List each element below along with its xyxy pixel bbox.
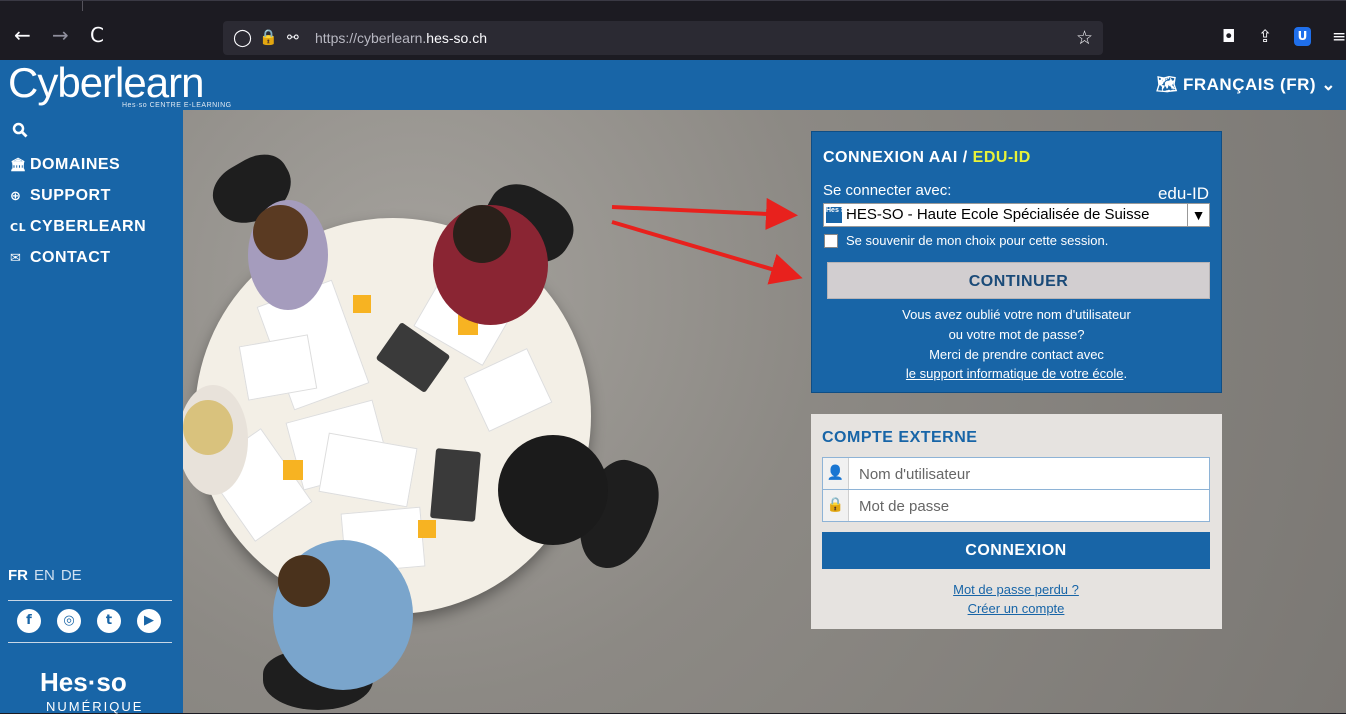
- language-switcher: FR EN DE: [8, 567, 88, 584]
- help-text-line: Vous avez oublié votre nom d'utilisateur: [902, 307, 1131, 322]
- url-prefix: https://cyberlearn.: [315, 30, 427, 46]
- person-head: [278, 555, 330, 607]
- school-support-link[interactable]: le support informatique de votre école: [906, 366, 1124, 381]
- sidebar-item-label: CYBERLEARN: [30, 218, 147, 235]
- sidebar-item-domaines[interactable]: 🏛 DOMAINES: [10, 156, 120, 174]
- eduid-label: edu-ID: [1157, 184, 1209, 203]
- help-text-line: le support informatique de votre école.: [823, 366, 1210, 381]
- laptop: [430, 448, 481, 522]
- lang-fr[interactable]: FR: [8, 567, 28, 584]
- select-caret-icon[interactable]: ▼: [1187, 204, 1209, 226]
- help-period: .: [1123, 366, 1128, 381]
- help-text-line: ou votre mot de passe?: [948, 327, 1085, 342]
- institution-select[interactable]: Hes SO HES-SO - Haute Ecole Spécialisée …: [823, 203, 1210, 227]
- language-selector[interactable]: 🗺 FRANÇAIS (FR) ⌄: [1156, 75, 1336, 95]
- person-head: [183, 400, 233, 455]
- forward-icon[interactable]: →: [52, 25, 69, 45]
- search-icon[interactable]: [12, 122, 28, 143]
- reload-icon[interactable]: C: [90, 25, 104, 45]
- remember-choice-checkbox[interactable]: [824, 234, 838, 248]
- tracking-protection-icon[interactable]: ◯: [233, 28, 252, 48]
- envelope-icon: ✉: [10, 251, 22, 266]
- sidebar: 🏛 DOMAINES ⊕ SUPPORT CL CYBERLEARN ✉ CONTACT…: [0, 110, 183, 714]
- twitter-icon[interactable]: t: [97, 609, 121, 633]
- hes-so-logo-subtitle: NUMÉRIQUE: [46, 699, 144, 714]
- pocket-icon[interactable]: ◘: [1222, 27, 1235, 47]
- lock-icon[interactable]: 🔒: [259, 28, 278, 46]
- hes-so-logo[interactable]: Hes·so: [40, 667, 127, 698]
- browser-toolbar: ← → C ◯ 🔒 ⚯ https://cyberlearn.hes-so.ch…: [0, 0, 1346, 60]
- sticky-note: [283, 460, 303, 480]
- title-highlight: EDU-ID: [972, 149, 1031, 166]
- back-icon[interactable]: ←: [14, 25, 31, 45]
- lang-en[interactable]: EN: [34, 567, 55, 584]
- institution-select-value: HES-SO - Haute Ecole Spécialisée de Suis…: [846, 206, 1150, 223]
- external-account-panel: COMPTE EXTERNE 👤 Nom d'utilisateur 🔒 Mot…: [811, 414, 1222, 629]
- person-head: [453, 205, 511, 263]
- username-placeholder: Nom d'utilisateur: [859, 466, 971, 483]
- divider: [8, 600, 172, 601]
- sidebar-item-label: DOMAINES: [30, 156, 121, 173]
- cl-icon: CL: [10, 221, 27, 234]
- site-header: Cyberlearn Hes·so CENTRE E-LEARNING 🗺 FR…: [0, 60, 1346, 110]
- title-prefix: CONNEXION AAI /: [823, 149, 973, 166]
- lang-de[interactable]: DE: [61, 567, 82, 584]
- help-text-line: Merci de prendre contact avec: [929, 347, 1104, 362]
- youtube-icon[interactable]: ▶: [137, 609, 161, 633]
- institution-icon: 🏛: [10, 158, 28, 173]
- sticky-note: [353, 295, 371, 313]
- password-field[interactable]: 🔒 Mot de passe: [822, 489, 1210, 522]
- username-field[interactable]: 👤 Nom d'utilisateur: [822, 457, 1210, 490]
- divider: [8, 642, 172, 643]
- continue-button[interactable]: CONTINUER: [827, 262, 1210, 299]
- person-head: [253, 205, 308, 260]
- sidebar-item-label: SUPPORT: [30, 187, 111, 204]
- password-placeholder: Mot de passe: [859, 498, 950, 515]
- hes-so-flag-icon: Hes SO: [826, 207, 851, 223]
- aai-login-title: CONNEXION AAI / EDU-ID: [823, 149, 1031, 167]
- bookmark-star-icon[interactable]: ☆: [1076, 27, 1093, 49]
- logo-subtitle: Hes·so CENTRE E-LEARNING: [122, 102, 232, 109]
- lost-password-link[interactable]: Mot de passe perdu ?: [822, 582, 1210, 597]
- sidebar-item-cyberlearn[interactable]: CL CYBERLEARN: [10, 218, 146, 236]
- bitwarden-icon[interactable]: U: [1294, 27, 1311, 46]
- lock-icon: 🔒: [823, 490, 849, 521]
- login-button[interactable]: CONNEXION: [822, 532, 1210, 569]
- sidebar-item-support[interactable]: ⊕ SUPPORT: [10, 187, 111, 205]
- lifebuoy-icon: ⊕: [10, 189, 22, 204]
- sidebar-item-label: CONTACT: [30, 249, 111, 266]
- person: [498, 435, 608, 545]
- instagram-icon[interactable]: ◎: [57, 609, 81, 633]
- remember-choice-label[interactable]: Se souvenir de mon choix pour cette sess…: [846, 233, 1108, 248]
- user-icon: 👤: [823, 458, 849, 489]
- url-text[interactable]: https://cyberlearn.hes-so.ch: [315, 30, 487, 46]
- external-account-title: COMPTE EXTERNE: [822, 429, 978, 446]
- cyberlearn-logo[interactable]: Cyberlearn: [8, 60, 204, 106]
- tab-divider: [82, 1, 83, 11]
- connect-with-label: Se connecter avec:: [823, 182, 952, 199]
- menu-icon[interactable]: ≡: [1332, 27, 1346, 47]
- sidebar-item-contact[interactable]: ✉ CONTACT: [10, 249, 111, 267]
- create-account-link[interactable]: Créer un compte: [822, 601, 1210, 616]
- permissions-icon[interactable]: ⚯: [287, 30, 299, 46]
- url-domain: hes-so.ch: [426, 30, 487, 46]
- address-bar[interactable]: ◯ 🔒 ⚯ https://cyberlearn.hes-so.ch ☆: [223, 21, 1103, 55]
- facebook-icon[interactable]: f: [17, 609, 41, 633]
- sticky-note: [418, 520, 436, 538]
- aai-login-panel: CONNEXION AAI / EDU-ID Se connecter avec…: [811, 131, 1222, 393]
- share-icon[interactable]: ⇪: [1258, 27, 1272, 47]
